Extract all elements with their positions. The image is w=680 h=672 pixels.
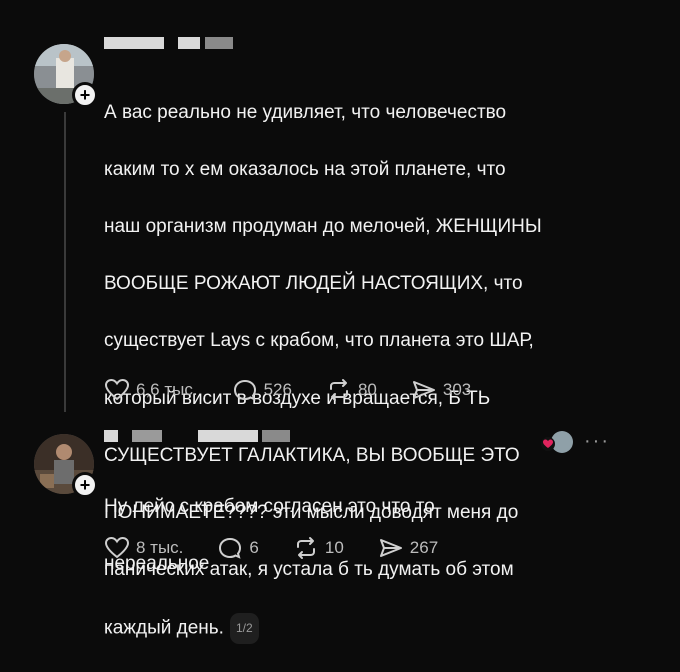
more-options-button[interactable]: ··· xyxy=(584,430,610,453)
username-redacted xyxy=(198,430,258,442)
post-2-actions: 8 тыс. 6 10 267 xyxy=(104,536,472,560)
reply-button[interactable]: 526 xyxy=(232,378,292,402)
post-line: ВООБЩЕ РОЖАЮТ ЛЮДЕЙ НАСТОЯЩИХ, что xyxy=(104,273,523,295)
username-redacted xyxy=(132,430,162,442)
repost-button[interactable]: 10 xyxy=(293,536,344,560)
repost-count: 80 xyxy=(357,380,377,399)
reply-avatars[interactable] xyxy=(536,430,576,454)
heart-icon xyxy=(104,378,130,401)
page-badge[interactable]: 1/2 xyxy=(229,613,259,644)
post-line: существует Lays с крабом, что планета эт… xyxy=(104,330,534,352)
reply-count: 526 xyxy=(263,380,292,399)
repost-icon xyxy=(329,379,348,401)
post-line: Ну лейс с крабом согласен это что то xyxy=(104,495,435,517)
like-button[interactable]: 8 тыс. xyxy=(104,536,183,560)
share-button[interactable]: 267 xyxy=(378,536,438,560)
follow-plus-icon[interactable]: + xyxy=(72,82,98,108)
share-count: 267 xyxy=(409,538,439,557)
follow-plus-icon[interactable]: + xyxy=(72,472,98,498)
post-line: каким то х ем оказалось на этой планете,… xyxy=(104,158,506,180)
like-count: 8 тыс. xyxy=(136,538,184,557)
post-line: наш организм продуман до мелочей, ЖЕНЩИН… xyxy=(104,215,542,237)
comment-icon xyxy=(233,379,256,401)
share-count: 303 xyxy=(442,380,472,399)
heart-icon xyxy=(104,536,130,559)
username-redacted xyxy=(262,430,290,442)
username-redacted xyxy=(205,37,233,49)
post-line-last: каждый день. 1/2 xyxy=(104,613,542,644)
mini-heart-icon xyxy=(541,431,573,453)
send-icon xyxy=(379,539,402,557)
repost-icon xyxy=(296,537,315,559)
repost-count: 10 xyxy=(324,538,344,557)
reply-count: 6 xyxy=(249,538,259,557)
post-1-actions: 6,6 тыс. 526 80 303 xyxy=(104,378,505,402)
username-redacted[interactable] xyxy=(104,37,164,49)
thread-line xyxy=(64,112,66,412)
send-icon xyxy=(412,381,435,399)
username-redacted[interactable] xyxy=(104,430,118,442)
like-count: 6,6 тыс. xyxy=(136,380,198,399)
username-redacted xyxy=(178,37,200,49)
post-line: каждый день. xyxy=(104,617,224,639)
reply-button[interactable]: 6 xyxy=(217,536,259,560)
share-button[interactable]: 303 xyxy=(411,378,471,402)
comment-icon xyxy=(219,537,242,559)
post-line: А вас реально не удивляет, что человечес… xyxy=(104,101,507,123)
like-button[interactable]: 6,6 тыс. xyxy=(104,378,198,402)
repost-button[interactable]: 80 xyxy=(326,378,377,402)
